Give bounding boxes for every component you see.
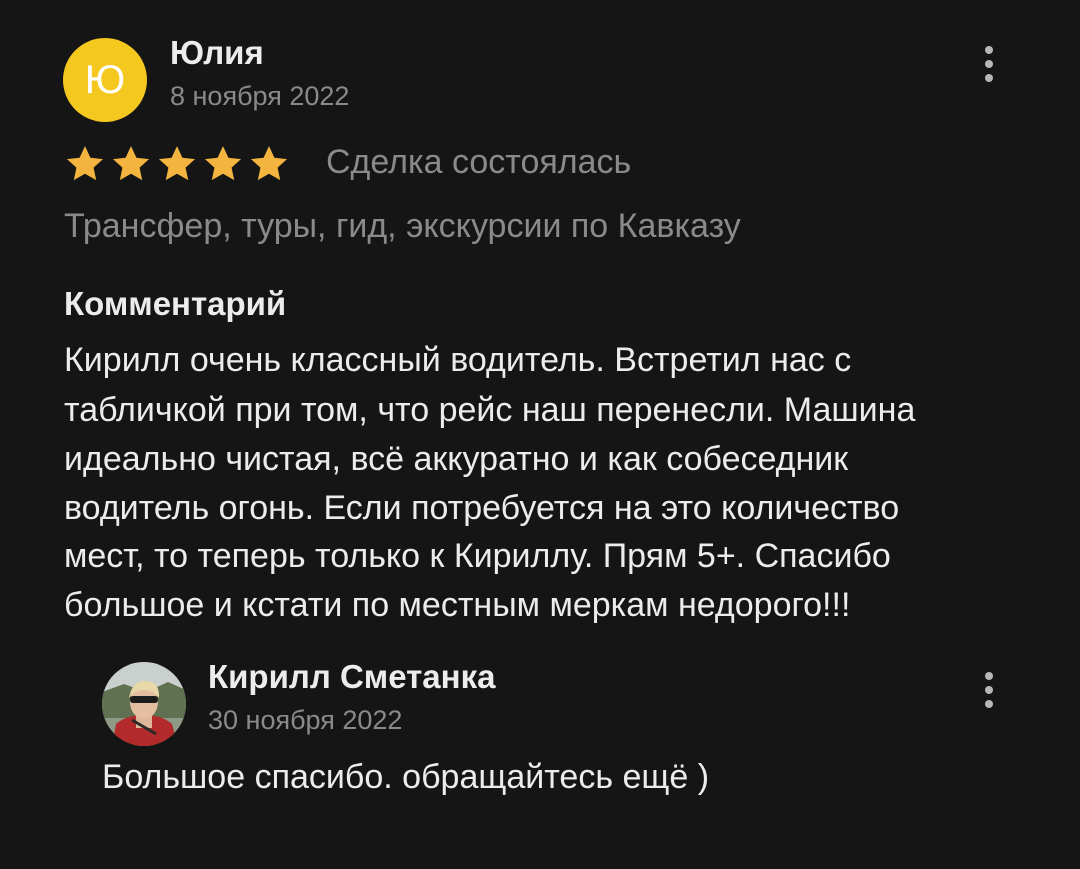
reply-menu-button[interactable] — [974, 666, 1004, 714]
comment-line: табличкой при том, что рейс наш перенесл… — [64, 391, 916, 429]
replier-name[interactable]: Кирилл Сметанка — [208, 658, 495, 696]
reply-text: Большое спасибо. обращайтесь ещё ) — [102, 758, 710, 796]
deal-status: Сделка состоялась — [326, 143, 632, 181]
comment-heading: Комментарий — [64, 285, 287, 322]
reviewer-name[interactable]: Юлия — [170, 34, 264, 72]
comment-line: водитель огонь. Если потребуется на это … — [64, 489, 900, 527]
star-icon — [202, 143, 244, 185]
more-vertical-icon — [985, 672, 993, 680]
star-icon — [64, 143, 106, 185]
review-card: Ю Юлия 8 ноября 2022 Сделка состоялась Т… — [0, 0, 1080, 869]
star-icon — [248, 143, 290, 185]
comment-line: большое и кстати по местным меркам недор… — [64, 586, 851, 624]
reviewer-avatar[interactable]: Ю — [63, 38, 147, 122]
comment-line: Кирилл очень классный водитель. Встретил… — [64, 341, 852, 379]
comment-line: мест, то теперь только к Кириллу. Прям 5… — [64, 537, 891, 575]
avatar-photo-icon — [102, 662, 186, 746]
review-menu-button[interactable] — [974, 40, 1004, 88]
star-icon — [110, 143, 152, 185]
reply-date: 30 ноября 2022 — [208, 705, 403, 735]
star-icon — [156, 143, 198, 185]
replier-avatar[interactable] — [102, 662, 186, 746]
review-date: 8 ноября 2022 — [170, 81, 350, 111]
star-rating — [64, 143, 290, 185]
service-category: Трансфер, туры, гид, экскурсии по Кавказ… — [64, 207, 741, 245]
comment-line: идеально чистая, всё аккуратно и как соб… — [64, 440, 849, 478]
more-vertical-icon — [985, 46, 993, 54]
